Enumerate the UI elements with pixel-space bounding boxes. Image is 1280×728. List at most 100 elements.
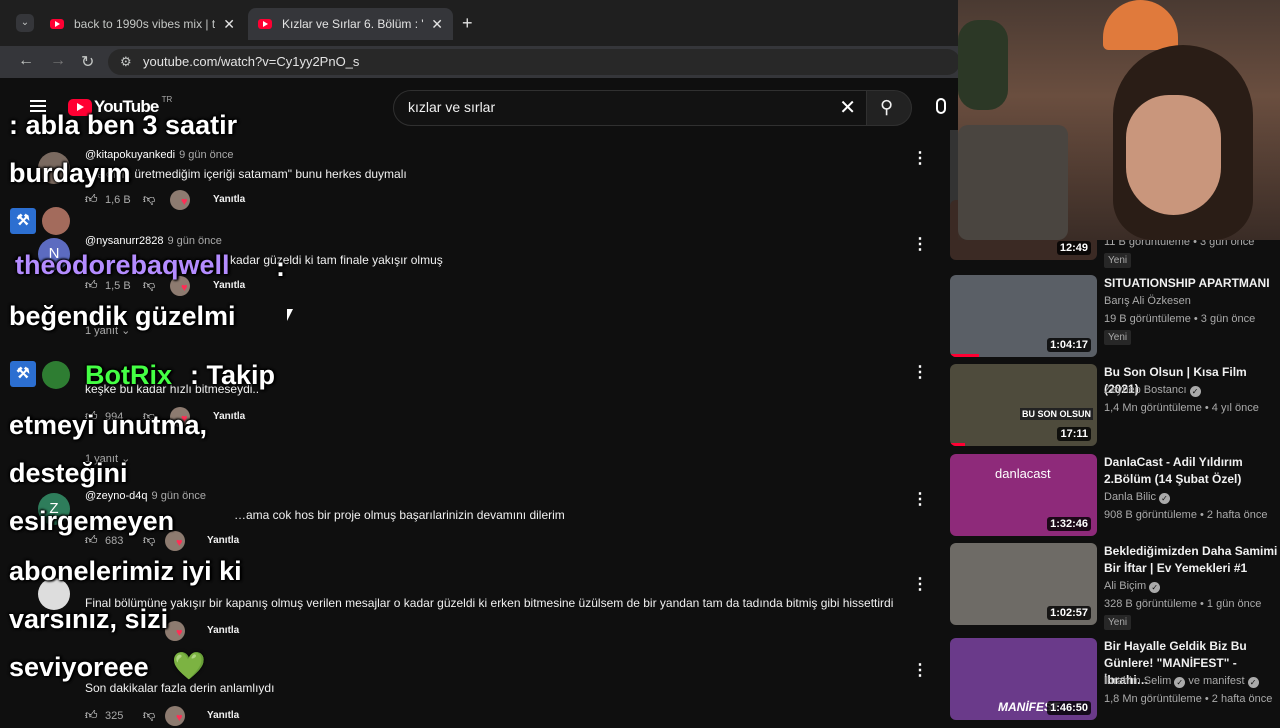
video-meta: 1,8 Mn görüntüleme • 2 hafta önce	[1104, 693, 1273, 705]
video-duration: 12:49	[1056, 241, 1091, 255]
comment-meta: @nysanurr2828 9 gün önce	[85, 235, 222, 247]
channel-name-text: Barış Ali Özkesen	[1104, 295, 1191, 307]
country-code: TR	[161, 94, 173, 104]
mouse-cursor-icon	[287, 309, 293, 321]
related-videos: 11 B görüntüleme • 3 gün önce Yeni 12:49…	[950, 200, 1280, 720]
video-thumbnail[interactable]: 1:04:17	[950, 275, 1097, 357]
comment-text: …ama cok hos bir proje olmuş başarılarin…	[234, 508, 565, 522]
url-text: youtube.com/watch?v=Cy1yy2PnO_s	[143, 54, 360, 69]
close-icon[interactable]: ✕	[223, 16, 235, 33]
like-icon[interactable]: 👍︎	[85, 708, 98, 723]
chat-overlay-line: : abla ben 3 saatir	[9, 110, 238, 140]
video-title[interactable]: DanlaCast - Adil Yıldırım 2.Bölüm (14 Şu…	[1104, 454, 1280, 488]
video-meta: 1,4 Mn görüntüleme • 4 yıl önce	[1104, 402, 1259, 414]
dislike-icon[interactable]: 👎︎	[143, 192, 155, 207]
webcam-lamp	[1103, 0, 1178, 50]
channel-name[interactable]: Danla Bilic ✓	[1104, 491, 1170, 504]
reply-button[interactable]: Yanıtla	[207, 625, 239, 636]
video-thumbnail[interactable]: BU SON OLSUN 17:11	[950, 364, 1097, 446]
tab-bar: ⌄ back to 1990s vibes mix | throw ✕ Kızl…	[0, 0, 960, 46]
mic-icon[interactable]	[936, 98, 946, 114]
like-count: 325	[105, 710, 124, 722]
video-duration: 1:04:17	[1047, 338, 1091, 352]
forward-arrow-icon[interactable]: →	[50, 52, 66, 70]
webcam-background-plant	[958, 20, 1008, 110]
comment-time[interactable]: 9 gün önce	[179, 149, 233, 161]
video-title[interactable]: SITUATIONSHIP APARTMANI	[1104, 275, 1280, 292]
search-input[interactable]: kızlar ve sırlar ✕	[393, 90, 867, 126]
green-heart-icon: 💚	[172, 651, 206, 681]
creator-heart-icon	[165, 706, 185, 726]
address-bar: ← → ↻ ⚙ youtube.com/watch?v=Cy1yy2PnO_s	[0, 46, 960, 78]
tune-icon[interactable]: ⚙	[120, 54, 132, 70]
video-thumbnail[interactable]: MANİFEST 1:46:50	[950, 638, 1097, 720]
channel-name-text: İbrahim Selim	[1104, 675, 1172, 687]
verified-icon: ✓	[1247, 677, 1259, 688]
chat-avatar	[42, 207, 70, 235]
reply-button[interactable]: Yanıtla	[207, 535, 239, 546]
thumbnail-text: BU SON OLSUN	[1020, 408, 1094, 420]
more-options-icon[interactable]: ⋮	[912, 660, 928, 680]
chat-overlay-line: beğendik güzelmi	[9, 301, 236, 331]
youtube-favicon-icon	[258, 19, 272, 29]
reply-button[interactable]: Yanıtla	[213, 411, 245, 422]
channel-name[interactable]: Ali Biçim ✓	[1104, 580, 1161, 593]
comment-author[interactable]: @nysanurr2828	[85, 235, 163, 247]
more-options-icon[interactable]: ⋮	[912, 489, 928, 509]
moderator-badge-icon: ⚒	[10, 361, 36, 387]
channel-name-text: Ali Biçim	[1104, 580, 1147, 592]
new-badge: Yeni	[1104, 253, 1132, 268]
back-arrow-icon[interactable]: ←	[18, 52, 34, 70]
verified-icon: ✓	[1149, 582, 1161, 593]
reply-button[interactable]: Yanıtla	[213, 194, 245, 205]
verified-icon: ✓	[1158, 493, 1170, 504]
comment-text: Son dakikalar fazla derin anlamlıydı	[85, 681, 275, 695]
reply-button[interactable]: Yanıtla	[207, 710, 239, 721]
comment-time[interactable]: 9 gün önce	[167, 235, 221, 247]
video-duration: 1:02:57	[1047, 606, 1091, 620]
channel-name[interactable]: Barış Ali Özkesen	[1104, 295, 1191, 307]
reload-icon[interactable]: ↻	[81, 52, 94, 72]
video-meta: 328 B görüntüleme • 1 gün önce	[1104, 598, 1262, 610]
video-meta: 19 B görüntüleme • 3 gün önce	[1104, 313, 1256, 325]
comment-author[interactable]: @zeyno-d4q	[85, 490, 148, 502]
channel-name[interactable]: Zeynep Bostancı ✓	[1104, 384, 1201, 397]
video-duration: 1:32:46	[1047, 517, 1091, 531]
like-icon[interactable]: 👍︎	[85, 192, 98, 207]
chevron-down-icon[interactable]: ⌄	[16, 14, 34, 32]
chat-overlay-line: desteğini	[9, 458, 128, 488]
thumbnail-text: danlacast	[995, 466, 1051, 481]
search-icon: ⚲	[880, 97, 894, 117]
clear-icon[interactable]: ✕	[839, 95, 856, 120]
verified-icon: ✓	[1189, 386, 1201, 397]
more-options-icon[interactable]: ⋮	[912, 574, 928, 594]
video-thumbnail[interactable]: 1:02:57	[950, 543, 1097, 625]
comment-time[interactable]: 9 gün önce	[152, 490, 206, 502]
url-field[interactable]: ⚙ youtube.com/watch?v=Cy1yy2PnO_s	[108, 49, 960, 75]
tab-title: Kızlar ve Sırlar 6. Bölüm : "Gerç	[282, 17, 423, 31]
comment-meta: @zeyno-d4q 9 gün önce	[85, 490, 206, 502]
chat-username: BotRix	[85, 360, 172, 390]
like-count: 1,6 B	[105, 194, 131, 206]
tab-2[interactable]: Kızlar ve Sırlar 6. Bölüm : "Gerç ✕	[248, 8, 453, 40]
chat-username: theodorebaqwell	[15, 250, 230, 280]
chat-overlay-line: :	[276, 252, 285, 282]
tab-1[interactable]: back to 1990s vibes mix | throw ✕	[40, 8, 245, 40]
video-title[interactable]: Beklediğimizden Daha Samimi Bir İftar | …	[1104, 543, 1280, 577]
channel-name[interactable]: İbrahim Selim ✓ ve manifest ✓	[1104, 675, 1259, 688]
chat-overlay-line: seviyoreee	[9, 652, 149, 682]
dislike-icon[interactable]: 👎︎	[143, 708, 155, 723]
video-thumbnail[interactable]: danlacast 1:32:46	[950, 454, 1097, 536]
search-button[interactable]: ⚲	[866, 90, 912, 126]
more-options-icon[interactable]: ⋮	[912, 148, 928, 168]
bot-avatar	[42, 361, 70, 389]
more-options-icon[interactable]: ⋮	[912, 234, 928, 254]
plus-icon[interactable]: +	[462, 13, 473, 34]
reply-button[interactable]: Yanıtla	[213, 280, 245, 291]
video-duration: 17:11	[1057, 427, 1091, 441]
close-icon[interactable]: ✕	[431, 16, 443, 33]
verified-icon: ✓	[1174, 677, 1186, 688]
moderator-badge-icon: ⚒	[10, 208, 36, 234]
more-options-icon[interactable]: ⋮	[912, 362, 928, 382]
chat-overlay-line: abonelerimiz iyi ki	[9, 556, 242, 586]
